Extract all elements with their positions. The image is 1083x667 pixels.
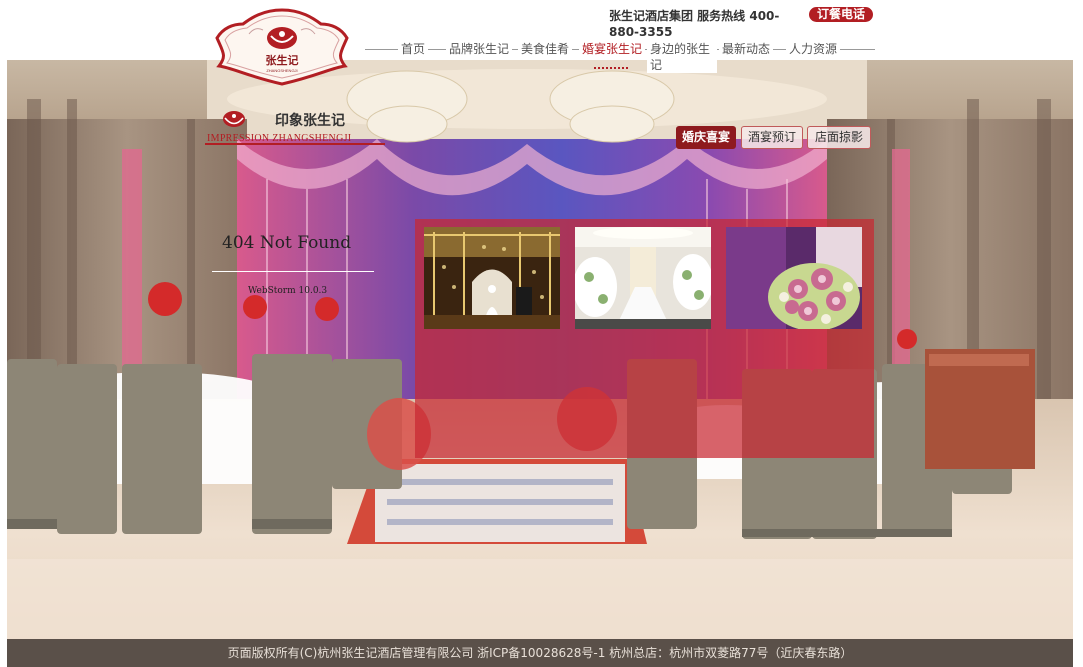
error-divider [212,271,374,272]
impression-title-cn: 印象张生记 [275,113,345,129]
wedding-gallery-panel [415,219,874,458]
site-header: 张生记酒店集团 服务热线 400-880-3355 订餐电话 首页 品牌张生记 … [0,0,1083,73]
nav-item-news[interactable]: 最新动态 [719,41,774,57]
nav-item-cuisine[interactable]: 美食佳肴 [518,41,573,57]
logo-text: 张生记 [266,53,299,67]
error-title: 404 Not Found [222,233,352,253]
tab-wedding-banquet[interactable]: 婚庆喜宴 [676,126,736,149]
nav-item-hr[interactable]: 人力资源 [786,41,841,57]
tab-store-gallery[interactable]: 店面掠影 [807,126,871,149]
wedding-thumbnail-arch[interactable] [424,227,560,329]
error-server-info: WebStorm 10.0.3 [248,286,328,296]
nav-item-nearby[interactable]: 身边的张生记 [647,41,717,73]
service-hotline: 张生记酒店集团 服务热线 400-880-3355 [609,9,780,39]
nav-item-brand[interactable]: 品牌张生记 [446,41,513,57]
impression-divider [205,143,385,145]
wedding-thumbnail-flowers[interactable] [726,227,862,329]
nav-item-wedding[interactable]: 婚宴张生记 [579,41,646,69]
logo-emblem-icon: 张生记 ZHANGSHENGJI [215,8,349,86]
site-footer: 页面版权所有(C)杭州张生记酒店管理有限公司 浙ICP备10028628号-1 … [7,639,1073,667]
wedding-thumbnail-aisle[interactable] [575,227,711,329]
logo-mark-icon [223,111,245,127]
site-logo[interactable]: 张生记 ZHANGSHENGJI [213,8,351,86]
logo-subtext: ZHANGSHENGJI [266,68,297,73]
nav-item-home[interactable]: 首页 [398,41,429,57]
tab-banquet-booking[interactable]: 酒宴预订 [741,126,803,149]
order-phone-button[interactable]: 订餐电话 [809,7,873,22]
